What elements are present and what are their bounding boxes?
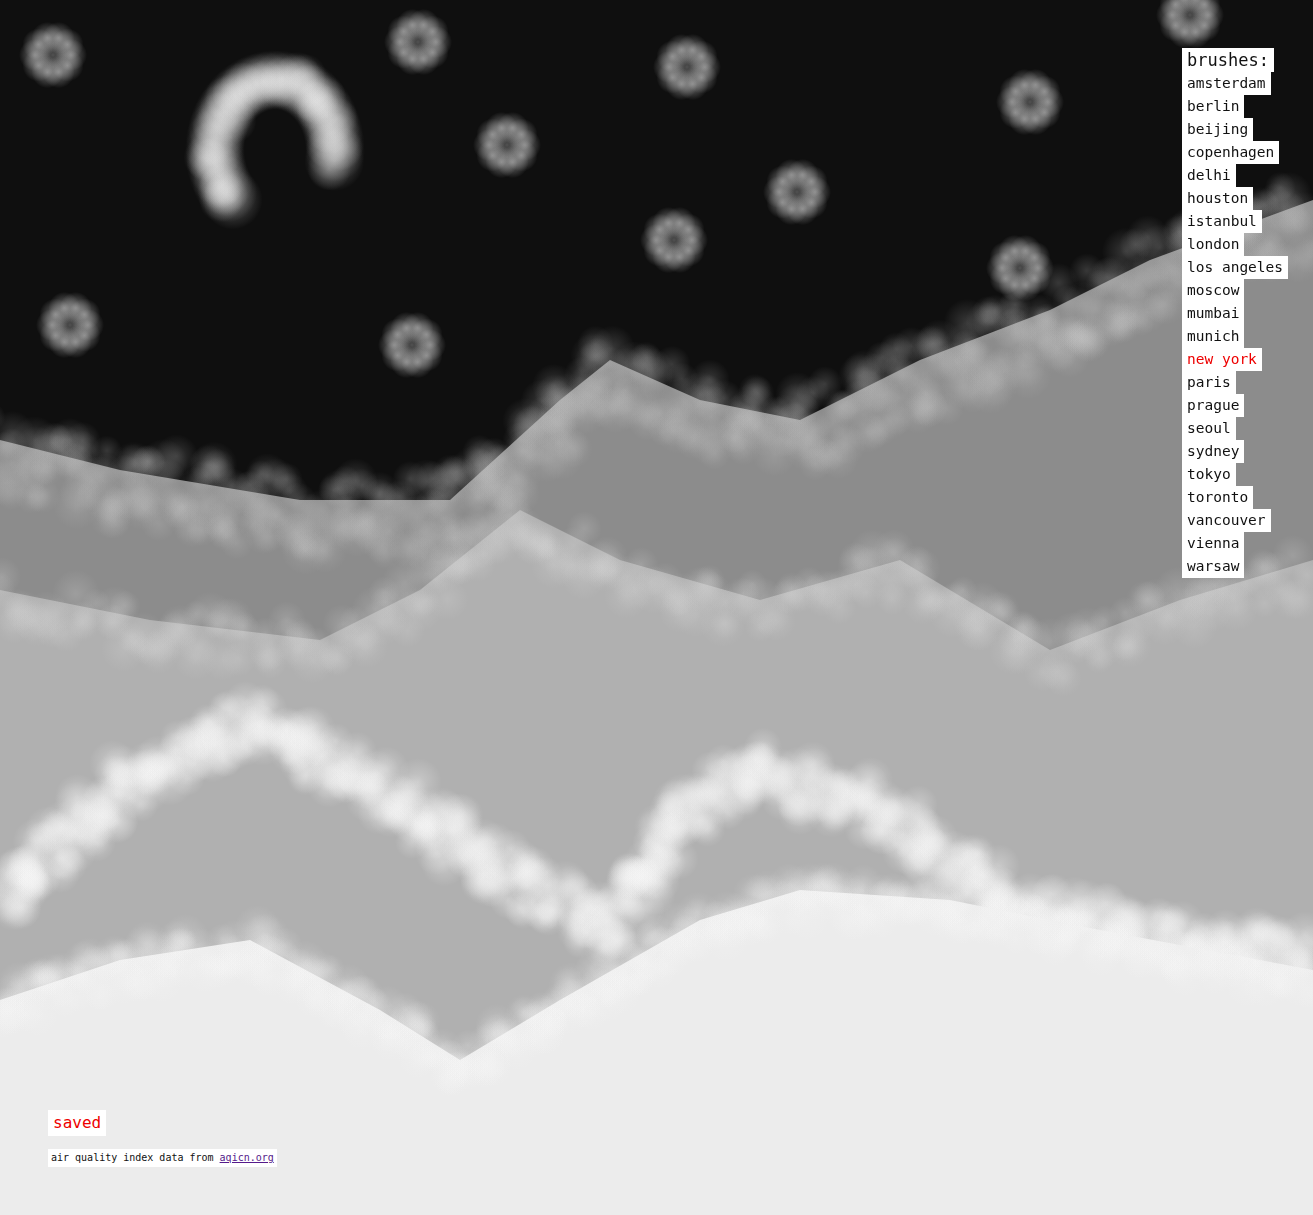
brush-item[interactable]: prague (1182, 394, 1244, 417)
brush-item[interactable]: tokyo (1182, 463, 1236, 486)
brush-item[interactable]: copenhagen (1182, 141, 1279, 164)
brush-item[interactable]: los angeles (1182, 256, 1288, 279)
brush-item[interactable]: berlin (1182, 95, 1244, 118)
brush-item[interactable]: vienna (1182, 532, 1244, 555)
brush-item[interactable]: toronto (1182, 486, 1253, 509)
brush-item[interactable]: new york (1182, 348, 1262, 371)
status-area: saved air quality index data from aqicn.o… (48, 1110, 277, 1167)
brushes-title: brushes: (1182, 48, 1274, 72)
brush-item[interactable]: london (1182, 233, 1244, 256)
saved-status: saved (48, 1110, 106, 1136)
brush-item[interactable]: amsterdam (1182, 72, 1271, 95)
brush-item[interactable]: delhi (1182, 164, 1236, 187)
brush-item[interactable]: istanbul (1182, 210, 1262, 233)
brush-item[interactable]: sydney (1182, 440, 1244, 463)
brush-item[interactable]: warsaw (1182, 555, 1244, 578)
brush-item[interactable]: munich (1182, 325, 1244, 348)
brush-item[interactable]: paris (1182, 371, 1236, 394)
brush-item[interactable]: moscow (1182, 279, 1244, 302)
brush-item[interactable]: seoul (1182, 417, 1236, 440)
credit: air quality index data from aqicn.org (48, 1149, 277, 1167)
brush-item[interactable]: beijing (1182, 118, 1253, 141)
brush-list: brushes:amsterdamberlinbeijingcopenhagen… (1182, 48, 1288, 578)
credit-link[interactable]: aqicn.org (220, 1152, 274, 1163)
brush-item[interactable]: vancouver (1182, 509, 1271, 532)
drawing-canvas[interactable] (0, 0, 1313, 1215)
credit-text: air quality index data from (51, 1152, 214, 1163)
brush-item[interactable]: houston (1182, 187, 1253, 210)
brush-item[interactable]: mumbai (1182, 302, 1244, 325)
